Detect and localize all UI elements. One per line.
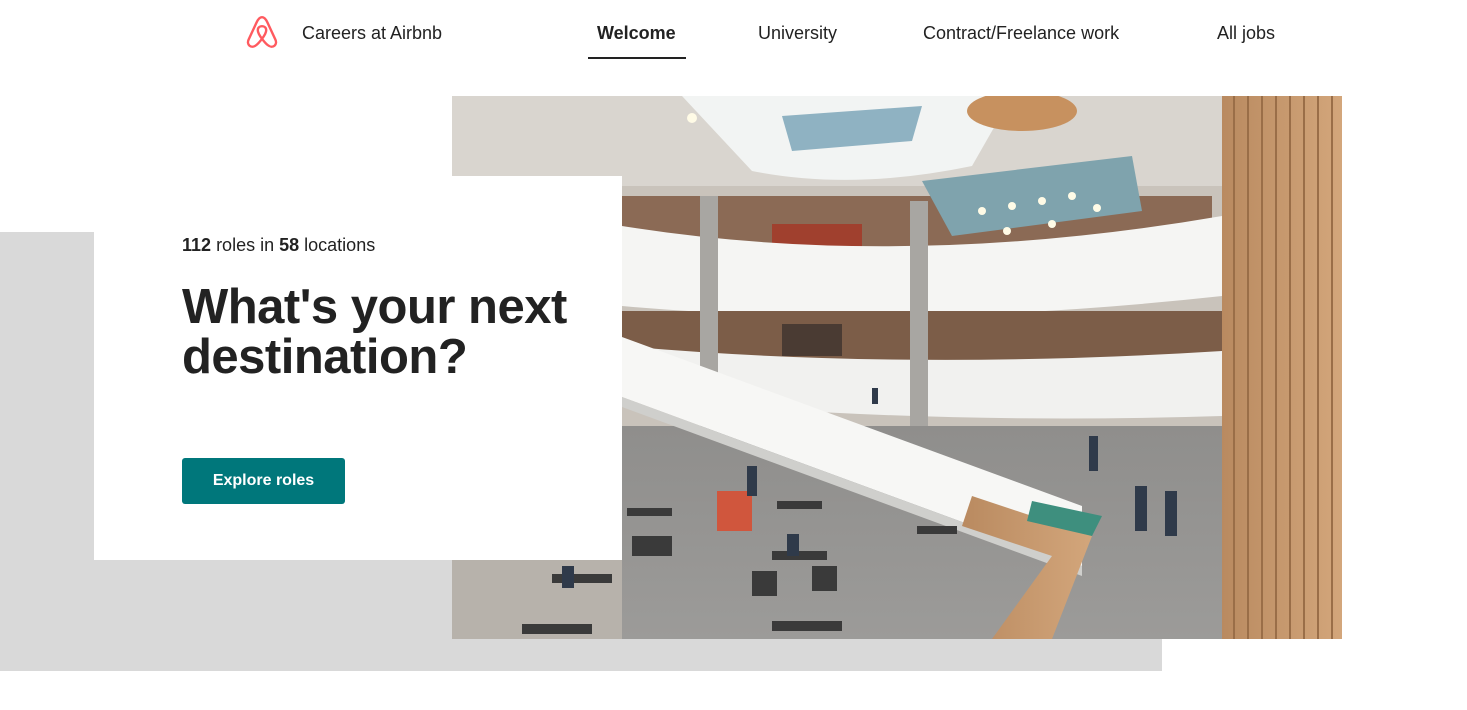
hero-card: 112 roles in 58 locations What's your ne… — [94, 176, 622, 560]
roles-count: 112 — [182, 235, 212, 255]
hero-headline: What's your next destination? — [182, 280, 567, 384]
active-tab-indicator — [588, 57, 686, 59]
nav-tab-welcome[interactable]: Welcome — [597, 21, 676, 45]
locations-text: locations — [304, 235, 376, 255]
locations-count: 58 — [279, 235, 300, 255]
nav-tab-all-jobs[interactable]: All jobs — [1217, 21, 1275, 45]
nav-tab-contract-freelance[interactable]: Contract/Freelance work — [923, 21, 1119, 45]
brand-link[interactable]: Careers at Airbnb — [302, 21, 442, 45]
airbnb-belo-icon — [246, 16, 278, 48]
roles-text: roles in — [216, 235, 275, 255]
nav-tab-university[interactable]: University — [758, 21, 837, 45]
site-header: Careers at Airbnb Welcome University Con… — [0, 0, 1467, 66]
explore-roles-button[interactable]: Explore roles — [182, 458, 345, 504]
roles-summary: 112 roles in 58 locations — [182, 233, 375, 257]
airbnb-logo-icon[interactable] — [245, 14, 279, 50]
